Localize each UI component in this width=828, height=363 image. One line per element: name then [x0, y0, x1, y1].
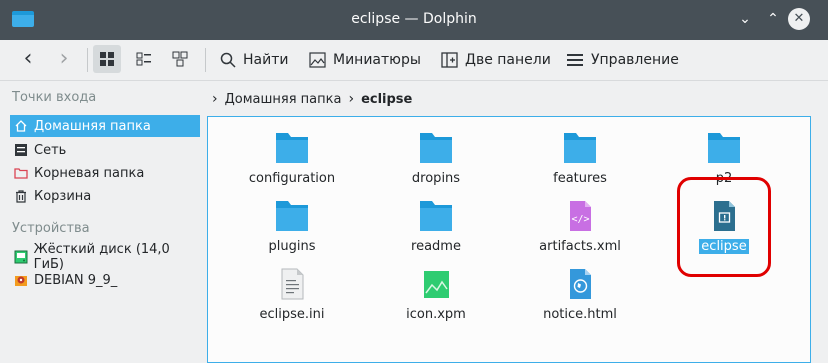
sidebar-item-label: Сеть — [34, 142, 67, 158]
details-view-icon — [172, 51, 188, 67]
file-item-artifacts-xml[interactable]: </> artifacts.xml — [520, 199, 640, 254]
file-item-notice-html[interactable]: notice.html — [520, 267, 640, 322]
file-item-readme[interactable]: readme — [376, 199, 496, 254]
split-panes-icon — [441, 52, 458, 68]
image-preview-icon — [309, 52, 326, 68]
file-item-plugins[interactable]: plugins — [232, 199, 352, 254]
breadcrumb: › Домашняя папка › eclipse — [212, 88, 412, 110]
split-view-button[interactable]: Две панели — [441, 46, 551, 74]
search-icon — [220, 52, 236, 68]
breadcrumb-current[interactable]: eclipse — [361, 92, 412, 107]
control-menu-button[interactable]: Управление — [566, 46, 679, 74]
back-button[interactable]: ‹ — [14, 46, 42, 74]
svg-text:</>: </> — [571, 214, 589, 225]
html-file-icon — [570, 269, 591, 299]
home-icon — [15, 120, 27, 132]
sidebar-item-label: DEBIAN 9_9_ — [34, 272, 118, 288]
file-label: artifacts.xml — [539, 239, 621, 254]
folder-icon — [564, 133, 596, 163]
folder-icon — [708, 133, 740, 163]
folder-icon — [420, 133, 452, 163]
sidebar-item-root[interactable]: Корневая папка — [10, 162, 200, 184]
sidebar-item-hard-disk[interactable]: Жёсткий диск (14,0 ГиБ) — [10, 242, 200, 272]
folder-icon — [420, 201, 452, 231]
sidebar-item-debian[interactable]: DEBIAN 9_9_ — [10, 269, 200, 291]
find-label: Найти — [243, 52, 289, 68]
image-file-icon — [424, 271, 449, 298]
breadcrumb-chevron-icon: › — [348, 91, 355, 107]
split-view-label: Две панели — [465, 52, 551, 68]
forward-button[interactable]: › — [50, 46, 78, 74]
places-section-header: Точки входа — [12, 90, 97, 105]
icons-view-button[interactable] — [93, 45, 121, 73]
compact-view-button[interactable] — [130, 45, 158, 73]
file-label: dropins — [411, 171, 461, 186]
control-menu-label: Управление — [591, 52, 679, 68]
file-item-dropins[interactable]: dropins — [376, 131, 496, 186]
trash-icon — [16, 190, 26, 203]
sidebar-item-label: Жёсткий диск (14,0 ГиБ) — [33, 242, 170, 272]
preview-label: Миниатюры — [333, 52, 421, 68]
sidebar-item-label: Домашняя папка — [34, 118, 151, 134]
hard-disk-icon — [14, 250, 28, 264]
details-view-button[interactable] — [166, 45, 194, 73]
preview-button[interactable]: Миниатюры — [309, 46, 421, 74]
close-button[interactable]: ✕ — [788, 8, 810, 30]
folder-icon — [276, 133, 308, 163]
file-item-eclipse-ini[interactable]: eclipse.ini — [232, 267, 352, 322]
file-label: icon.xpm — [406, 307, 466, 322]
file-label: features — [553, 171, 607, 186]
file-label: notice.html — [543, 307, 617, 322]
file-item-features[interactable]: features — [520, 131, 640, 186]
find-button[interactable]: Найти — [220, 46, 288, 74]
highlight-annotation-ring — [677, 177, 771, 277]
xml-file-icon: </> — [570, 201, 591, 231]
sidebar-item-home[interactable]: Домашняя папка — [10, 115, 200, 137]
toolbar: ‹ › Найти Миниатюры Две панели Управлени… — [0, 40, 828, 81]
sidebar-item-network[interactable]: Сеть — [10, 139, 200, 161]
text-file-icon — [281, 268, 304, 300]
file-label: readme — [411, 239, 461, 254]
optical-disc-icon — [15, 276, 27, 286]
scrollbar[interactable] — [816, 116, 824, 363]
file-item-configuration[interactable]: configuration — [232, 131, 352, 186]
compact-view-icon — [136, 52, 151, 66]
places-panel: Точки входа Домашняя папка Сеть Корневая… — [0, 80, 203, 363]
title-bar: eclipse — Dolphin ⌄ ⌃ ✕ — [0, 0, 828, 40]
breadcrumb-home[interactable]: Домашняя папка — [225, 92, 342, 107]
hamburger-menu-icon — [567, 54, 583, 66]
network-icon — [15, 144, 27, 156]
file-label: plugins — [268, 239, 316, 254]
sidebar-item-label: Корзина — [34, 188, 92, 204]
root-folder-icon — [14, 168, 28, 179]
window-title: eclipse — Dolphin — [351, 11, 477, 27]
icons-view-icon — [100, 52, 114, 66]
sidebar-item-trash[interactable]: Корзина — [10, 185, 200, 207]
maximize-button[interactable]: ⌃ — [762, 8, 784, 30]
folder-icon — [276, 201, 308, 231]
minimize-button[interactable]: ⌄ — [734, 8, 756, 30]
file-label: eclipse.ini — [259, 307, 325, 322]
breadcrumb-chevron-icon: › — [212, 91, 218, 107]
file-item-icon-xpm[interactable]: icon.xpm — [376, 267, 496, 322]
sidebar-item-label: Корневая папка — [34, 165, 145, 181]
file-label: configuration — [248, 171, 336, 186]
toolbar-separator — [87, 48, 88, 72]
devices-section-header: Устройства — [12, 221, 90, 236]
toolbar-separator — [205, 48, 206, 72]
